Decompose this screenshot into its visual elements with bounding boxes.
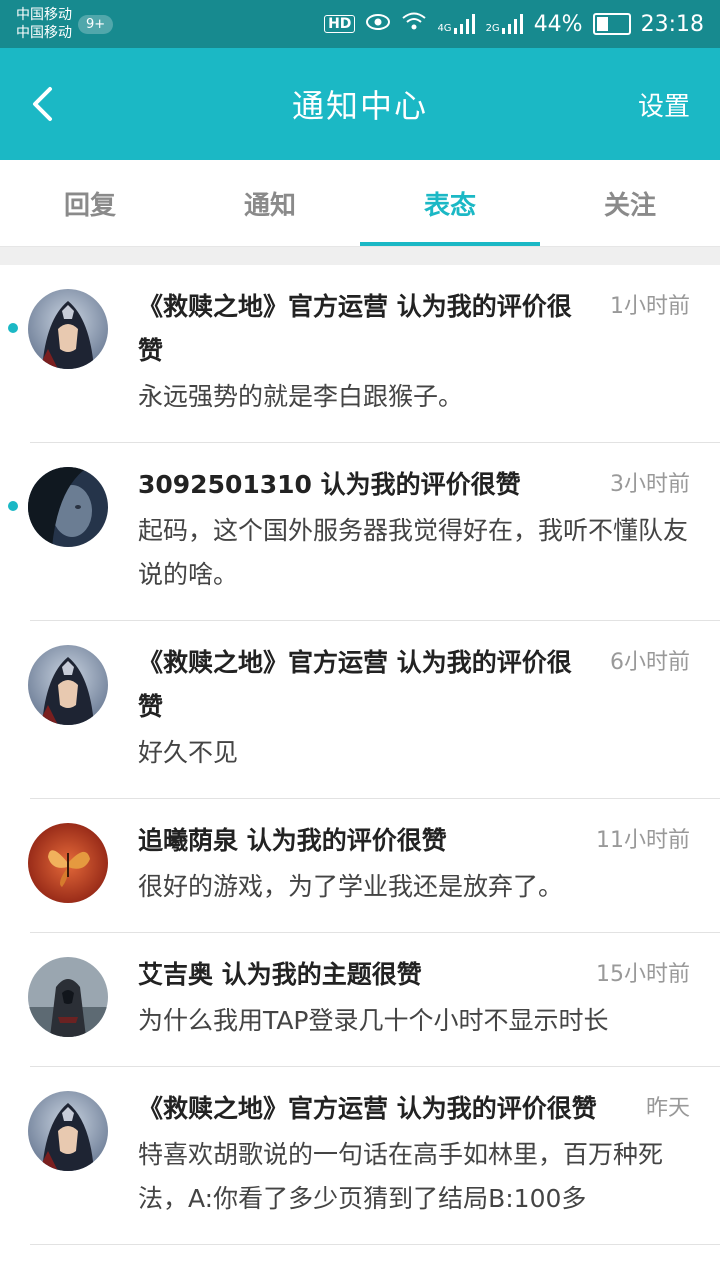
hooded-warrior-avatar[interactable] [28,1091,108,1171]
notification-header: 《救赎之地》官方运营 认为我的评价很赞 1小时前 [138,285,690,373]
back-arrow-icon[interactable] [30,84,70,124]
carrier-2: 中国移动 [16,25,72,41]
signal-2g-icon: 2G [486,14,524,34]
wifi-icon [401,11,427,37]
notification-time: 昨天 [645,1096,690,1121]
notification-list: 《救赎之地》官方运营 认为我的评价很赞 1小时前永远强势的就是李白跟猴子。 3092… [0,265,720,1245]
eye-icon [365,12,391,37]
notification-headline: 3092501310 认为我的评价很赞 [138,470,521,499]
tab-reaction[interactable]: 表态 [360,160,540,246]
network-2g-label: 2G [485,23,500,34]
status-bar: 中国移动 中国移动 9+ HD 4G 2G 44% 23:18 [0,0,720,48]
tab-notice[interactable]: 通知 [180,160,360,246]
notification-header: 追曦荫泉 认为我的评价很赞 11小时前 [138,819,690,863]
notification-body: 很好的游戏，为了学业我还是放弃了。 [138,872,564,901]
tab-follow[interactable]: 关注 [540,160,720,246]
signal-4g-icon: 4G [437,14,475,34]
notification-headline: 《救赎之地》官方运营 认为我的评价很赞 [138,1094,597,1123]
clock: 23:18 [640,11,704,37]
notification-content: 《救赎之地》官方运营 认为我的评价很赞 昨天特喜欢胡歌说的一句话在高手如林里，百万… [138,1087,690,1221]
notification-header: 艾吉奥 认为我的主题很赞 15小时前 [138,953,690,997]
notification-header: 《救赎之地》官方运营 认为我的评价很赞 6小时前 [138,641,690,729]
notification-headline: 《救赎之地》官方运营 认为我的评价很赞 [138,292,572,365]
assassin-avatar[interactable] [28,957,108,1037]
notification-badge: 9+ [78,14,114,34]
unread-dot [8,323,18,333]
notification-time: 11小时前 [596,828,690,853]
notification-time: 1小时前 [610,294,690,319]
carrier-info: 中国移动 中国移动 9+ [16,6,114,42]
hd-icon: HD [324,15,356,33]
notification-header: 3092501310 认为我的评价很赞 3小时前 [138,463,690,507]
hooded-warrior-avatar[interactable] [28,289,108,369]
status-icons: HD 4G 2G 44% 23:18 [324,11,704,37]
notification-time: 3小时前 [610,472,690,497]
notification-header: 《救赎之地》官方运营 认为我的评价很赞 昨天 [138,1087,690,1131]
notification-item[interactable]: 追曦荫泉 认为我的评价很赞 11小时前很好的游戏，为了学业我还是放弃了。 [0,799,720,933]
notification-item[interactable]: 《救赎之地》官方运营 认为我的评价很赞 1小时前永远强势的就是李白跟猴子。 [0,265,720,443]
tab-bar: 回复 通知 表态 关注 [0,160,720,247]
notification-content: 《救赎之地》官方运营 认为我的评价很赞 6小时前好久不见 [138,641,690,775]
notification-item[interactable]: 艾吉奥 认为我的主题很赞 15小时前为什么我用TAP登录几十个小时不显示时长 [0,933,720,1067]
page-title: 通知中心 [291,87,428,125]
butterfly-avatar[interactable] [28,823,108,903]
unread-dot [8,501,18,511]
top-app-bar: 通知中心 设置 [0,48,720,160]
notification-body: 起码，这个国外服务器我觉得好在，我听不懂队友说的啥。 [138,516,689,589]
notification-content: 3092501310 认为我的评价很赞 3小时前起码，这个国外服务器我觉得好在，我… [138,463,690,597]
notification-headline: 艾吉奥 认为我的主题很赞 [138,960,422,989]
notification-body: 好久不见 [138,738,239,767]
carrier-1: 中国移动 [16,7,72,23]
settings-button[interactable]: 设置 [638,86,690,123]
notification-body: 特喜欢胡歌说的一句话在高手如林里，百万种死法，A:你看了多少页猜到了结局B:10… [138,1140,664,1213]
notification-item[interactable]: 《救赎之地》官方运营 认为我的评价很赞 昨天特喜欢胡歌说的一句话在高手如林里，百万… [0,1067,720,1245]
hooded-warrior-avatar[interactable] [28,645,108,725]
notification-content: 艾吉奥 认为我的主题很赞 15小时前为什么我用TAP登录几十个小时不显示时长 [138,953,690,1043]
notification-time: 6小时前 [610,650,690,675]
notification-headline: 《救赎之地》官方运营 认为我的评价很赞 [138,648,572,721]
notification-body: 永远强势的就是李白跟猴子。 [138,382,464,411]
notification-headline: 追曦荫泉 认为我的评价很赞 [138,826,447,855]
section-divider [0,247,720,265]
notification-content: 追曦荫泉 认为我的评价很赞 11小时前很好的游戏，为了学业我还是放弃了。 [138,819,690,909]
notification-item[interactable]: 3092501310 认为我的评价很赞 3小时前起码，这个国外服务器我觉得好在，我… [0,443,720,621]
notification-time: 15小时前 [596,962,690,987]
battery-percent: 44% [533,11,583,37]
dark-face-avatar[interactable] [28,467,108,547]
notification-item[interactable]: 《救赎之地》官方运营 认为我的评价很赞 6小时前好久不见 [0,621,720,799]
notification-body: 为什么我用TAP登录几十个小时不显示时长 [138,1006,609,1035]
network-4g-label: 4G [437,23,452,34]
notification-content: 《救赎之地》官方运营 认为我的评价很赞 1小时前永远强势的就是李白跟猴子。 [138,285,690,419]
battery-icon [592,13,631,35]
tab-reply[interactable]: 回复 [0,160,180,246]
